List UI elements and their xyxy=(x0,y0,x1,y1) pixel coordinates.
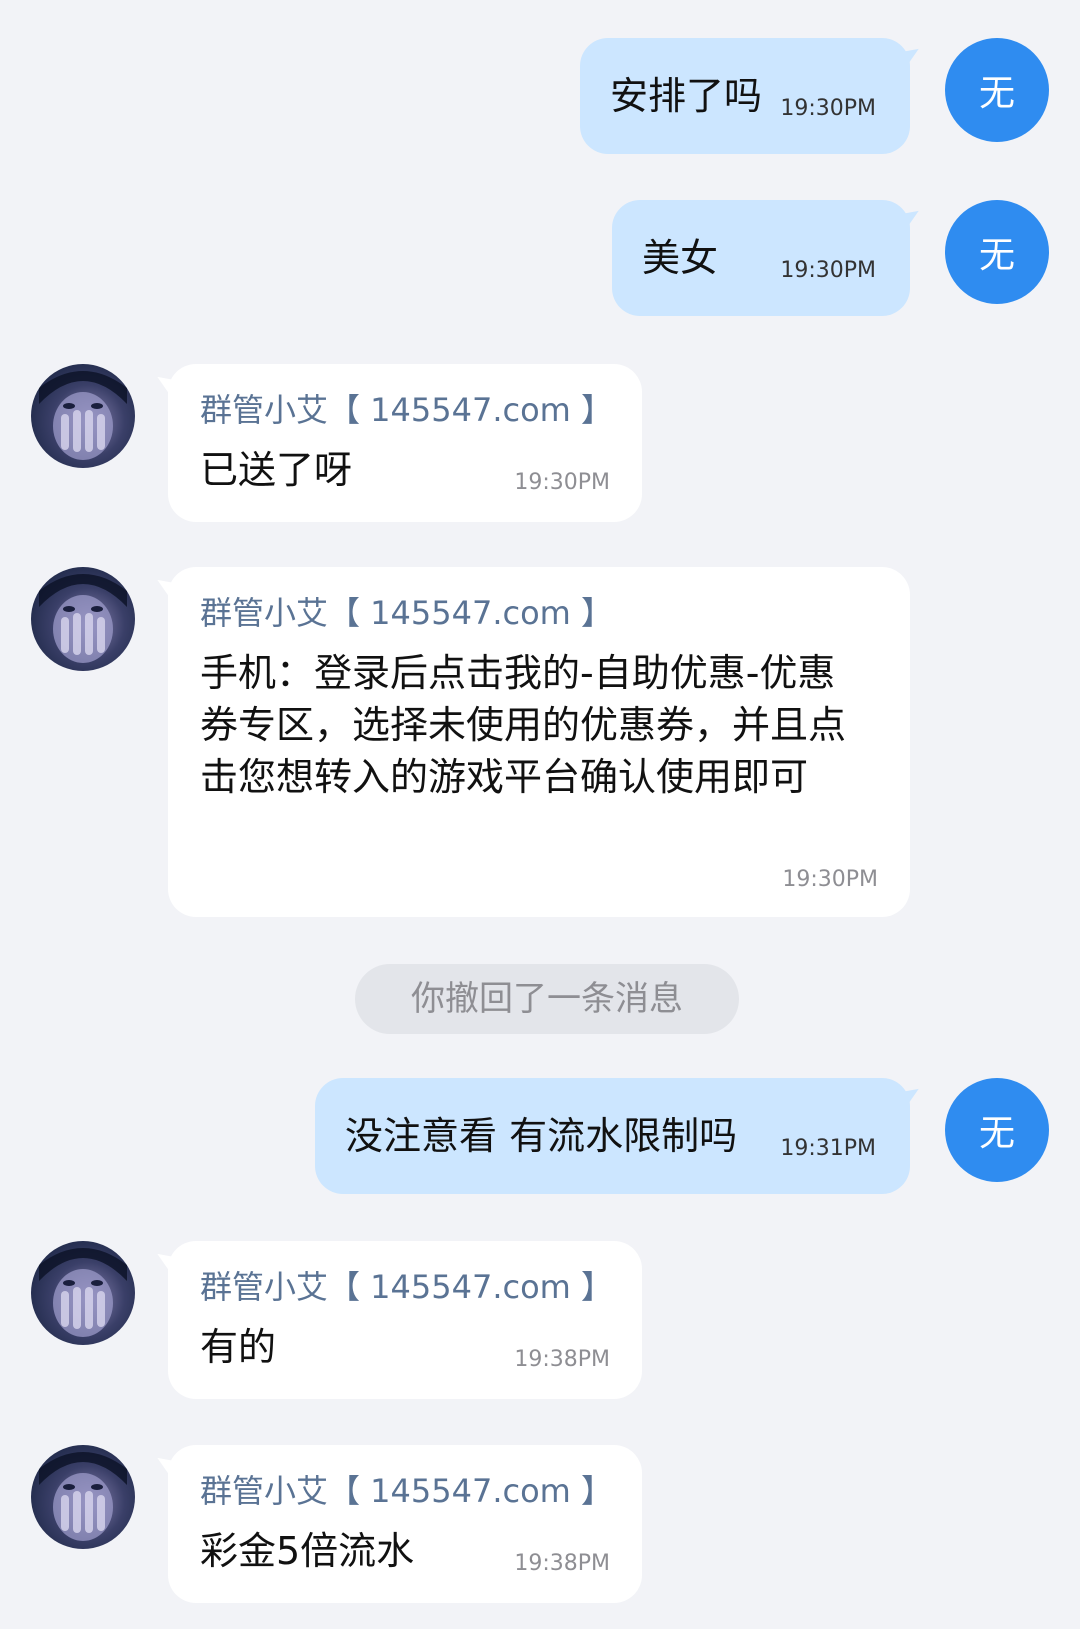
message-time: 19:31PM xyxy=(780,1136,876,1161)
message-bubble[interactable]: 美女 19:30PM xyxy=(612,200,910,316)
sender-name[interactable]: 群管小艾【 145547.com 】 xyxy=(200,593,613,633)
message-bubble[interactable]: 没注意看 有流水限制吗 19:31PM xyxy=(315,1078,910,1194)
message-text: 美女 xyxy=(642,236,719,280)
self-avatar[interactable]: 无 xyxy=(945,38,1049,142)
avatar-label: 无 xyxy=(978,73,1015,114)
sender-avatar[interactable] xyxy=(31,1445,135,1549)
message-time: 19:38PM xyxy=(514,1347,610,1372)
message-text: 有的 xyxy=(200,1325,277,1369)
avatar-label: 无 xyxy=(978,235,1015,276)
message-time: 19:30PM xyxy=(780,258,876,283)
avatar-label: 无 xyxy=(978,1113,1015,1154)
sender-avatar[interactable] xyxy=(31,364,135,468)
message-text: 彩金5倍流水 xyxy=(200,1529,415,1573)
sender-name[interactable]: 群管小艾【 145547.com 】 xyxy=(200,1471,613,1511)
message-text: 没注意看 有流水限制吗 xyxy=(345,1114,738,1158)
message-bubble[interactable]: 群管小艾【 145547.com 】 已送了呀 19:30PM xyxy=(168,364,642,522)
chat-area: 安排了吗 19:30PM 无 美女 19:30PM 无 群管小艾【 145547… xyxy=(0,0,1080,1629)
self-avatar[interactable]: 无 xyxy=(945,200,1049,304)
message-time: 19:38PM xyxy=(514,1551,610,1576)
self-avatar[interactable]: 无 xyxy=(945,1078,1049,1182)
face-photo-icon xyxy=(39,574,127,663)
face-photo-icon xyxy=(39,371,127,460)
sender-name[interactable]: 群管小艾【 145547.com 】 xyxy=(200,390,613,430)
sender-name[interactable]: 群管小艾【 145547.com 】 xyxy=(200,1267,613,1307)
message-time: 19:30PM xyxy=(780,96,876,121)
face-photo-icon xyxy=(39,1452,127,1541)
recall-notice: 你撤回了一条消息 xyxy=(355,964,739,1034)
sender-avatar[interactable] xyxy=(31,567,135,671)
message-bubble[interactable]: 群管小艾【 145547.com 】 有的 19:38PM xyxy=(168,1241,642,1399)
sender-avatar[interactable] xyxy=(31,1241,135,1345)
face-photo-icon xyxy=(39,1248,127,1337)
message-time: 19:30PM xyxy=(782,867,878,892)
message-text: 已送了呀 xyxy=(200,448,353,492)
message-text: 手机：登录后点击我的-自助优惠-优惠券专区，选择未使用的优惠券，并且点击您想转入… xyxy=(200,651,847,799)
message-text: 安排了吗 xyxy=(610,74,763,118)
message-time: 19:30PM xyxy=(514,470,610,495)
message-bubble[interactable]: 安排了吗 19:30PM xyxy=(580,38,910,154)
message-bubble[interactable]: 群管小艾【 145547.com 】 彩金5倍流水 19:38PM xyxy=(168,1445,642,1603)
message-bubble[interactable]: 群管小艾【 145547.com 】 手机：登录后点击我的-自助优惠-优惠券专区… xyxy=(168,567,910,917)
